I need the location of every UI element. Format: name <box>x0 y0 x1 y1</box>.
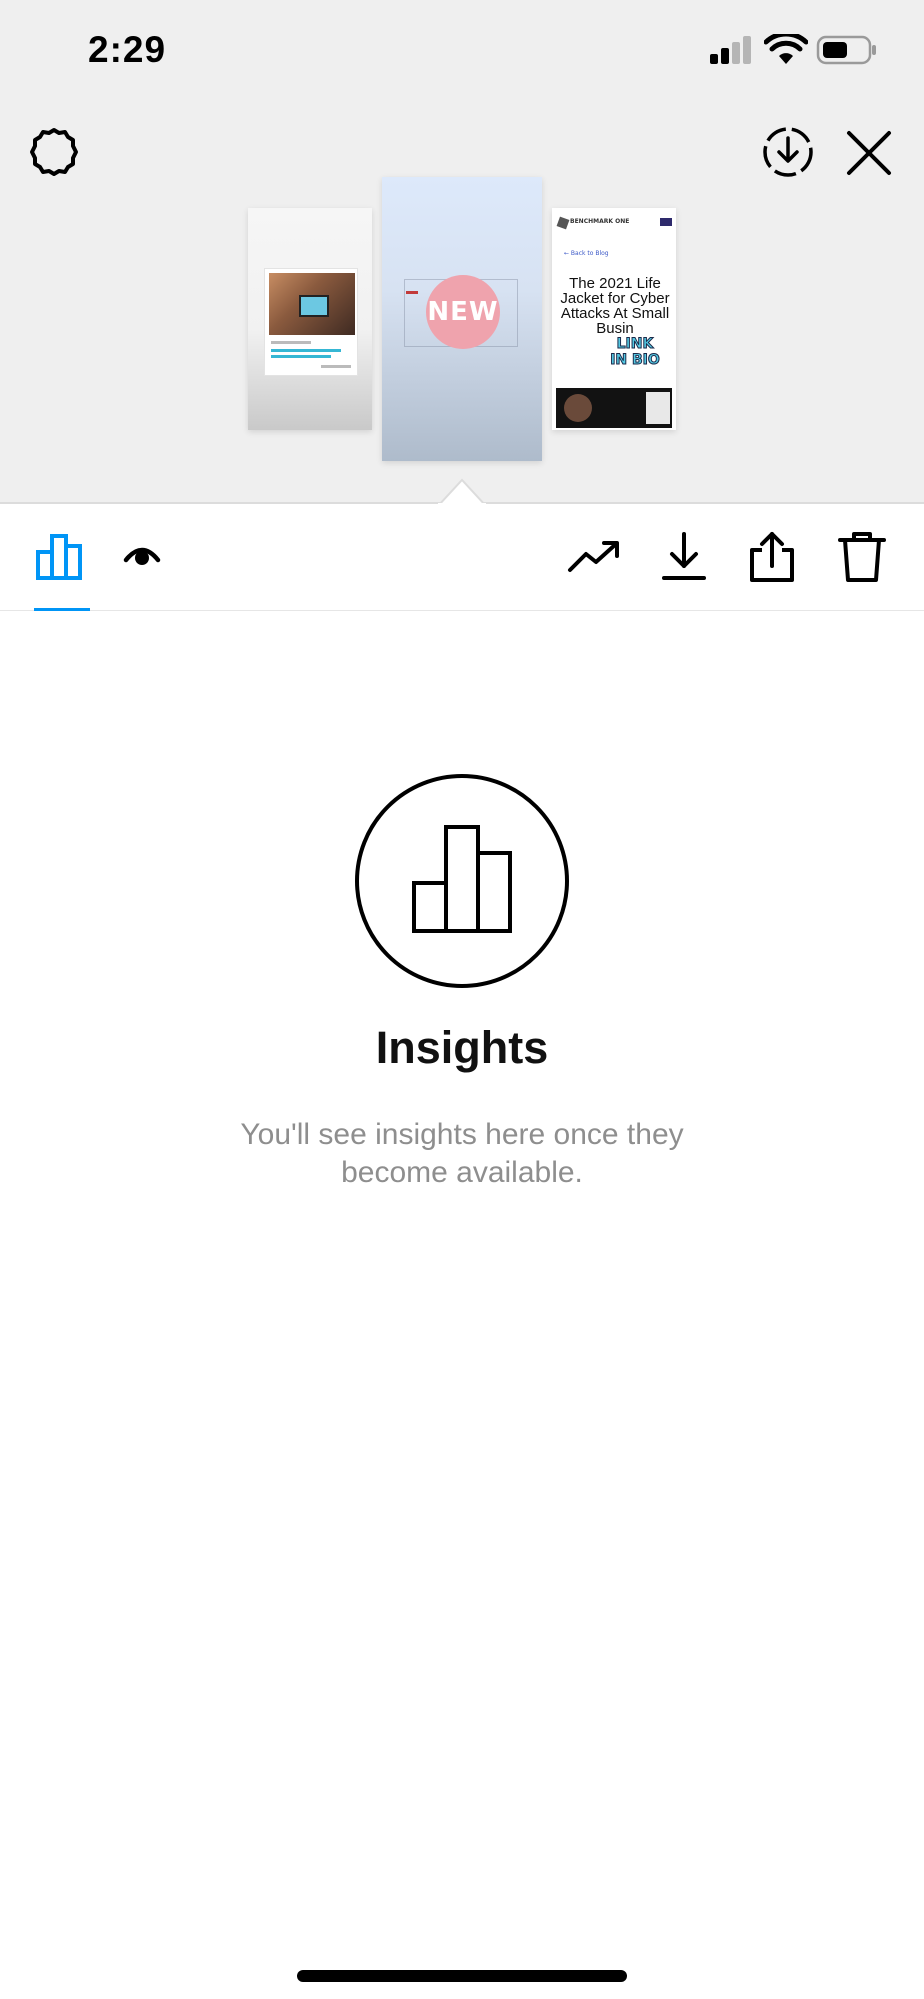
trash-icon[interactable] <box>832 526 892 586</box>
text-line <box>321 365 351 368</box>
selected-story-pointer <box>438 478 486 506</box>
close-icon[interactable] <box>844 128 894 178</box>
brand-logo-icon <box>556 216 570 230</box>
new-sticker-text: NEW <box>427 297 499 327</box>
desk-photo <box>269 273 355 335</box>
download-icon[interactable] <box>654 526 714 586</box>
empty-state-subtitle: You'll see insights here once they becom… <box>240 1118 684 1189</box>
text-line <box>271 355 331 358</box>
wifi-icon <box>764 34 808 64</box>
empty-state-title: Insights <box>375 1022 549 1073</box>
bar-chart-icon[interactable] <box>32 526 92 586</box>
blog-title: The 2021 Life Jacket for Cyber Attacks A… <box>560 275 670 337</box>
blog-card-image <box>264 268 358 376</box>
battery-icon <box>816 35 876 65</box>
text-line <box>271 341 311 344</box>
text-block <box>646 392 670 424</box>
link-in-bio-sticker: LINK IN BIO <box>610 336 661 369</box>
cellular-signal-icon <box>710 36 751 64</box>
share-icon[interactable] <box>742 526 802 586</box>
face-shape <box>564 394 592 422</box>
story-thumbnail-current[interactable]: NEW <box>382 177 542 461</box>
circle-download-icon[interactable] <box>760 124 816 180</box>
sticker-mark <box>406 291 418 294</box>
brand-name: BENCHMARK ONE <box>570 218 630 225</box>
settings-gear-icon[interactable] <box>26 124 82 180</box>
text-line <box>271 349 341 352</box>
monitor-shape <box>299 295 329 317</box>
story-thumbnail-previous[interactable] <box>248 208 372 430</box>
active-tab-indicator <box>34 608 90 611</box>
back-to-blog-link: ← Back to Blog <box>564 250 609 257</box>
home-indicator[interactable] <box>297 1970 627 1982</box>
story-toolbar <box>0 504 924 611</box>
new-sticker: NEW <box>426 275 500 349</box>
bar-chart-circle-icon <box>355 774 569 988</box>
menu-icon <box>660 218 672 226</box>
story-thumbnail-next[interactable]: BENCHMARK ONE ← Back to Blog The 2021 Li… <box>552 208 676 430</box>
trending-up-icon[interactable] <box>564 526 624 586</box>
status-time: 2:29 <box>88 29 167 70</box>
eye-icon[interactable] <box>112 526 172 586</box>
author-photo <box>556 388 672 428</box>
